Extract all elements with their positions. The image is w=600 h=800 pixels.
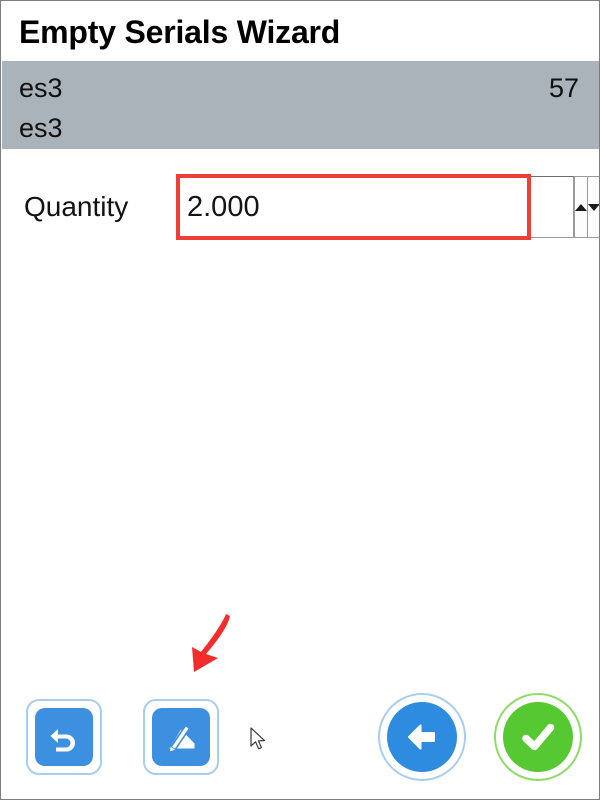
arrow-left-icon: [387, 702, 457, 772]
undo-button[interactable]: [26, 699, 102, 775]
quantity-decrement-button[interactable]: [588, 176, 599, 238]
triangle-up-icon: [575, 203, 587, 211]
undo-arrow-icon: [35, 708, 93, 766]
form-area: Quantity: [2, 149, 599, 798]
info-row-primary: es3 57: [19, 68, 584, 108]
item-description-label: es3: [19, 113, 63, 143]
check-circle-icon: [503, 702, 573, 772]
quantity-increment-button[interactable]: [574, 176, 588, 238]
empty-serials-wizard-window: Empty Serials Wizard es3 57 es3 Quantity: [0, 0, 600, 800]
item-code-label: es3: [19, 73, 63, 103]
bottom-toolbar: [2, 676, 599, 798]
item-count-value: 57: [548, 73, 579, 103]
info-row-secondary: es3: [19, 108, 584, 148]
triangle-down-icon: [588, 203, 599, 211]
info-band: es3 57 es3: [2, 61, 599, 149]
sign-button[interactable]: [143, 699, 219, 775]
confirm-button[interactable]: [494, 693, 582, 781]
quantity-spinner: [177, 176, 599, 238]
title-bar: Empty Serials Wizard: [2, 2, 599, 61]
quantity-label: Quantity: [24, 191, 129, 222]
signature-pen-icon: [152, 708, 210, 766]
back-button[interactable]: [378, 693, 466, 781]
quantity-input[interactable]: [177, 176, 574, 238]
page-title: Empty Serials Wizard: [19, 13, 341, 50]
quantity-field-row: Quantity: [2, 174, 599, 240]
